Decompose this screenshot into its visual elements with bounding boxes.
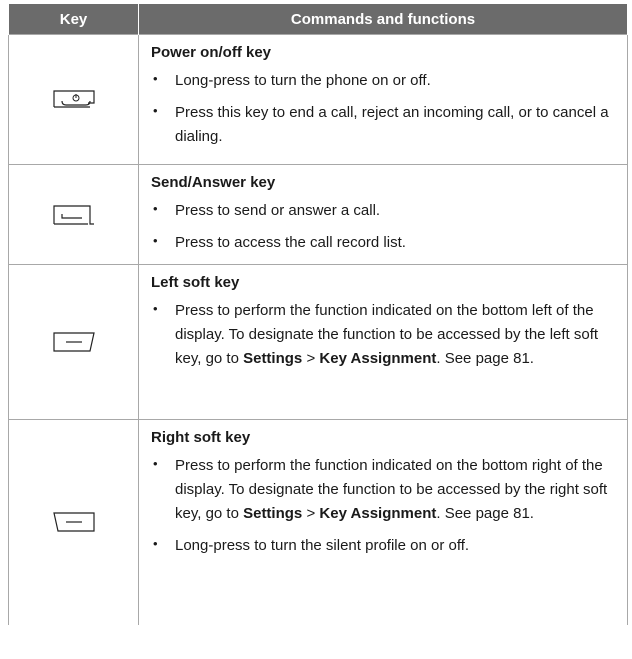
- list-item: Press to perform the function indicated …: [151, 297, 617, 371]
- row-title: Right soft key: [151, 429, 251, 446]
- send-answer-key-icon: [52, 204, 94, 225]
- bullet-list: Press to send or answer a call. Press to…: [151, 197, 617, 255]
- bullet-list: Press to perform the function indicated …: [151, 297, 617, 371]
- power-key-icon: [52, 89, 95, 108]
- command-cell: Power on/off key Long-press to turn the …: [138, 34, 628, 165]
- list-item: Long-press to turn the silent profile on…: [151, 532, 617, 558]
- row-title: Left soft key: [151, 274, 240, 291]
- left-soft-key-icon: [52, 332, 95, 352]
- command-cell: Send/Answer key Press to send or answer …: [138, 164, 628, 265]
- row-title: Power on/off key: [151, 44, 272, 61]
- key-cell: [8, 264, 139, 420]
- table-header-row: Key Commands and functions: [8, 4, 628, 35]
- table-row: Power on/off key Long-press to turn the …: [8, 34, 628, 165]
- key-commands-table: Key Commands and functions Power on/off …: [8, 4, 628, 625]
- table-row: Send/Answer key Press to send or answer …: [8, 164, 628, 265]
- command-cell: Right soft key Press to perform the func…: [138, 419, 628, 625]
- table-row: Left soft key Press to perform the funct…: [8, 264, 628, 420]
- row-title: Send/Answer key: [151, 174, 276, 191]
- list-item: Press to access the call record list.: [151, 229, 617, 255]
- commands-column-header: Commands and functions: [138, 4, 628, 35]
- key-cell: [8, 34, 139, 165]
- list-item: Press this key to end a call, reject an …: [151, 99, 617, 149]
- key-cell: [8, 419, 139, 625]
- command-cell: Left soft key Press to perform the funct…: [138, 264, 628, 420]
- key-column-header: Key: [8, 4, 139, 35]
- bullet-list: Press to perform the function indicated …: [151, 452, 617, 558]
- list-item: Press to send or answer a call.: [151, 197, 617, 223]
- key-cell: [8, 164, 139, 265]
- list-item: Press to perform the function indicated …: [151, 452, 617, 526]
- list-item: Long-press to turn the phone on or off.: [151, 67, 617, 93]
- bullet-list: Long-press to turn the phone on or off. …: [151, 67, 617, 149]
- right-soft-key-icon: [52, 512, 95, 532]
- table-row: Right soft key Press to perform the func…: [8, 419, 628, 625]
